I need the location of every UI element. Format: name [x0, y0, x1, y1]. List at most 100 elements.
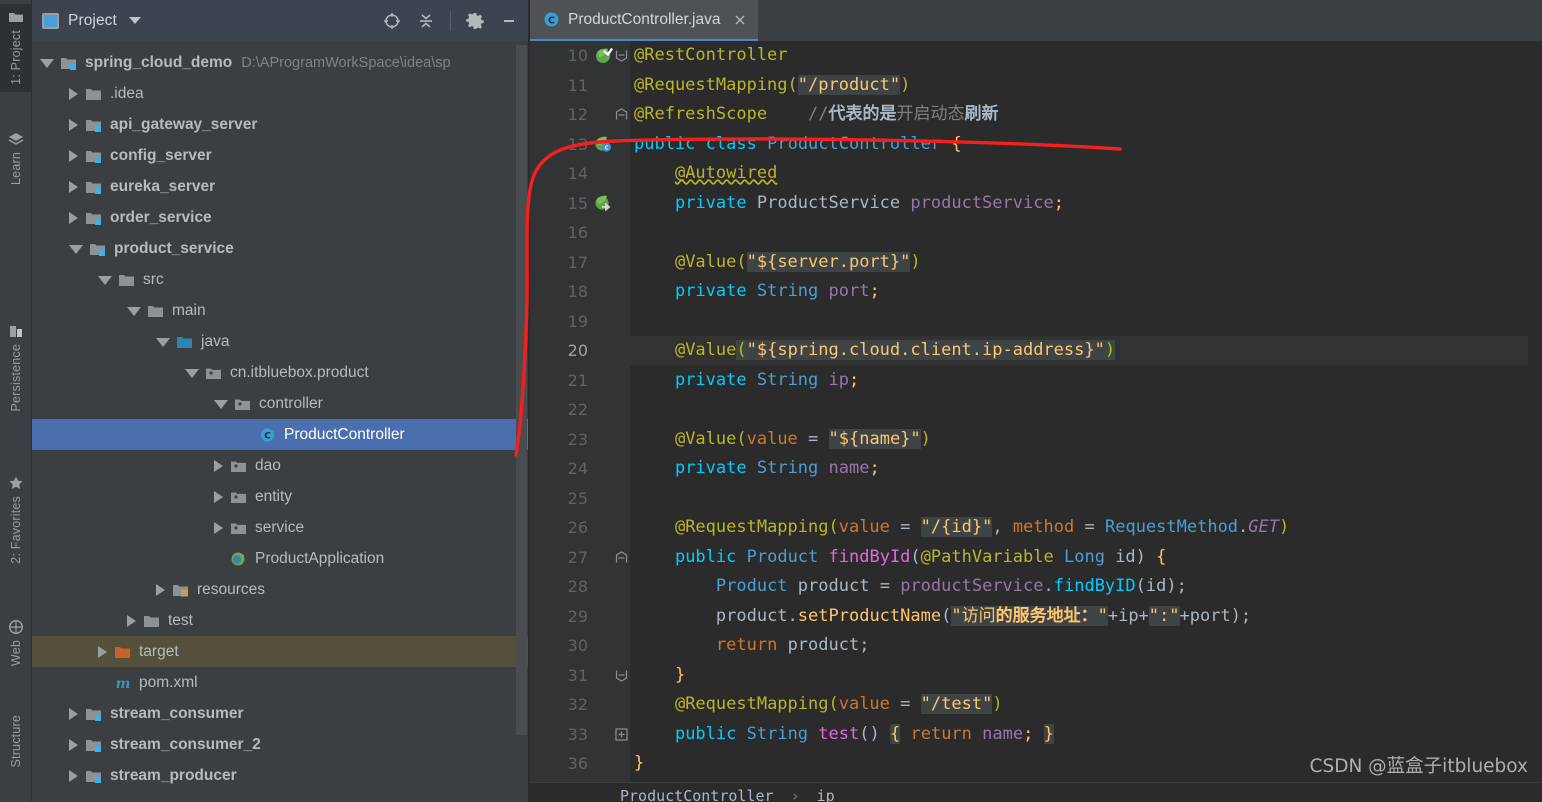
sidebar-item-persistence[interactable]: Persistence [0, 318, 32, 419]
code-line[interactable]: 14 @Autowired [530, 159, 1542, 189]
tree-node[interactable]: entity [32, 481, 529, 512]
tab-productcontroller-java[interactable]: C ProductController.java [530, 0, 758, 41]
collapse-all-icon[interactable] [416, 11, 436, 31]
project-tree-scrollbar[interactable] [516, 45, 527, 735]
tree-node[interactable]: main [32, 295, 529, 326]
hide-icon[interactable] [499, 11, 519, 31]
code-line[interactable]: 30 return product; [530, 631, 1542, 661]
tree-node[interactable]: eureka_server [32, 171, 529, 202]
tree-node[interactable]: product_service [32, 233, 529, 264]
tree-node[interactable]: resources [32, 574, 529, 605]
sidebar-item-favorites[interactable]: 2: Favorites [0, 470, 32, 571]
expand-arrow-down-icon[interactable] [185, 369, 199, 378]
expand-arrow-down-icon[interactable] [98, 276, 112, 285]
code-line[interactable]: 12 @RefreshScope //代表的是开启动态刷新 [530, 100, 1542, 130]
code-line[interactable]: 17 @Value("${server.port}") [530, 248, 1542, 278]
code-text: @RefreshScope //代表的是开启动态刷新 [634, 104, 999, 124]
code-lines[interactable]: 10 @RestController 11 @RequestMapping("/pro… [530, 41, 1542, 782]
breadcrumb[interactable]: ProductController › ip [530, 782, 1542, 802]
sidebar-item-learn[interactable]: Learn [0, 126, 32, 192]
sidebar-item-project[interactable]: 1: Project [0, 4, 32, 92]
code-line[interactable]: 25 [530, 484, 1542, 514]
tree-node[interactable]: config_server [32, 140, 529, 171]
expand-arrow-down-icon[interactable] [156, 338, 170, 347]
expand-arrow-down-icon[interactable] [40, 59, 54, 68]
tree-node[interactable]: src [32, 264, 529, 295]
code-line[interactable]: 16 [530, 218, 1542, 248]
spring-bean-check-icon[interactable] [594, 46, 613, 65]
expand-arrow-down-icon[interactable] [214, 400, 228, 409]
code-line[interactable]: 29 product.setProductName("访问的服务地址："+ip+… [530, 602, 1542, 632]
spring-bean-arrow-icon[interactable] [594, 194, 613, 213]
code-line[interactable]: 22 [530, 395, 1542, 425]
breadcrumb-member[interactable]: ip [817, 787, 835, 802]
code-line[interactable]: 26 @RequestMapping(value = "/{id}", meth… [530, 513, 1542, 543]
tree-node[interactable]: stream_consumer_2 [32, 729, 529, 760]
expand-arrow-right-icon[interactable] [69, 87, 78, 100]
expand-arrow-right-icon[interactable] [127, 614, 136, 627]
code-line[interactable]: 24 private String name; [530, 454, 1542, 484]
tree-node[interactable]: dao [32, 450, 529, 481]
expand-arrow-right-icon[interactable] [69, 211, 78, 224]
code-line[interactable]: 21 private String ip; [530, 366, 1542, 396]
expand-arrow-right-icon[interactable] [98, 645, 107, 658]
code-line[interactable]: 13 Cpublic class ProductController { [530, 130, 1542, 160]
code-editor[interactable]: 10 @RestController 11 @RequestMapping("/pro… [530, 41, 1542, 782]
tree-node[interactable]: controller [32, 388, 529, 419]
panel-title: Project [68, 11, 117, 29]
code-line[interactable]: 23 @Value(value = "${name}") [530, 425, 1542, 455]
code-line[interactable]: 18 private String port; [530, 277, 1542, 307]
fold-start-icon[interactable] [612, 543, 630, 573]
expand-arrow-right-icon[interactable] [69, 118, 78, 131]
chevron-down-icon[interactable] [128, 17, 141, 24]
fold-collapsed-icon[interactable] [612, 720, 630, 750]
expand-arrow-down-icon[interactable] [127, 307, 141, 316]
expand-arrow-right-icon[interactable] [69, 180, 78, 193]
tree-node[interactable]: order_service [32, 202, 529, 233]
tree-node[interactable]: stream_producer [32, 760, 529, 791]
tree-node[interactable]: service [32, 512, 529, 543]
project-tree[interactable]: spring_cloud_demo D:\AProgramWorkSpace\id… [32, 41, 529, 802]
select-opened-file-icon[interactable] [382, 11, 402, 31]
tree-node[interactable]: test [32, 605, 529, 636]
expand-arrow-right-icon[interactable] [69, 738, 78, 751]
code-line[interactable]: 15 private ProductService productService… [530, 189, 1542, 219]
fold-end-icon[interactable] [612, 661, 630, 691]
expand-arrow-right-icon[interactable] [156, 583, 165, 596]
tree-node[interactable]: java [32, 326, 529, 357]
tree-node[interactable]: spring_cloud_demo D:\AProgramWorkSpace\id… [32, 47, 529, 78]
tree-node[interactable]: cn.itbluebox.product [32, 357, 529, 388]
tree-node[interactable]: ProductApplication [32, 543, 529, 574]
editor-scrollbar[interactable] [1528, 41, 1542, 782]
expand-arrow-right-icon[interactable] [69, 149, 78, 162]
code-line[interactable]: 11 @RequestMapping("/product") [530, 71, 1542, 101]
fold-start-icon[interactable] [612, 100, 630, 130]
code-line[interactable]: 32 @RequestMapping(value = "/test") [530, 690, 1542, 720]
tree-node[interactable]: m pom.xml [32, 667, 529, 698]
tree-node[interactable]: target [32, 636, 529, 667]
expand-arrow-right-icon[interactable] [214, 521, 223, 534]
expand-arrow-right-icon[interactable] [214, 490, 223, 503]
fold-end-icon[interactable] [612, 41, 630, 71]
tree-node[interactable]: stream_consumer [32, 698, 529, 729]
sidebar-item-structure[interactable]: Structure [0, 712, 32, 775]
code-line[interactable]: 33 public String test() { return name; } [530, 720, 1542, 750]
expand-arrow-right-icon[interactable] [69, 707, 78, 720]
spring-bean-class-icon[interactable]: C [594, 135, 613, 154]
expand-arrow-right-icon[interactable] [69, 769, 78, 782]
tree-node[interactable]: C ProductController [32, 419, 529, 450]
sidebar-item-web[interactable]: Web [0, 614, 32, 673]
breadcrumb-class[interactable]: ProductController [620, 787, 774, 802]
code-line[interactable]: 10 @RestController [530, 41, 1542, 71]
tree-node[interactable]: api_gateway_server [32, 109, 529, 140]
code-line[interactable]: 19 [530, 307, 1542, 337]
settings-gear-icon[interactable] [465, 11, 485, 31]
expand-arrow-down-icon[interactable] [69, 245, 83, 254]
close-icon[interactable] [733, 13, 747, 27]
expand-arrow-right-icon[interactable] [214, 459, 223, 472]
tree-node[interactable]: .idea [32, 78, 529, 109]
code-line[interactable]: 27 public Product findById(@PathVariable… [530, 543, 1542, 573]
code-line[interactable]: 31 } [530, 661, 1542, 691]
code-line[interactable]: 20 @Value("${spring.cloud.client.ip-addr… [530, 336, 1542, 366]
code-line[interactable]: 28 Product product = productService.find… [530, 572, 1542, 602]
